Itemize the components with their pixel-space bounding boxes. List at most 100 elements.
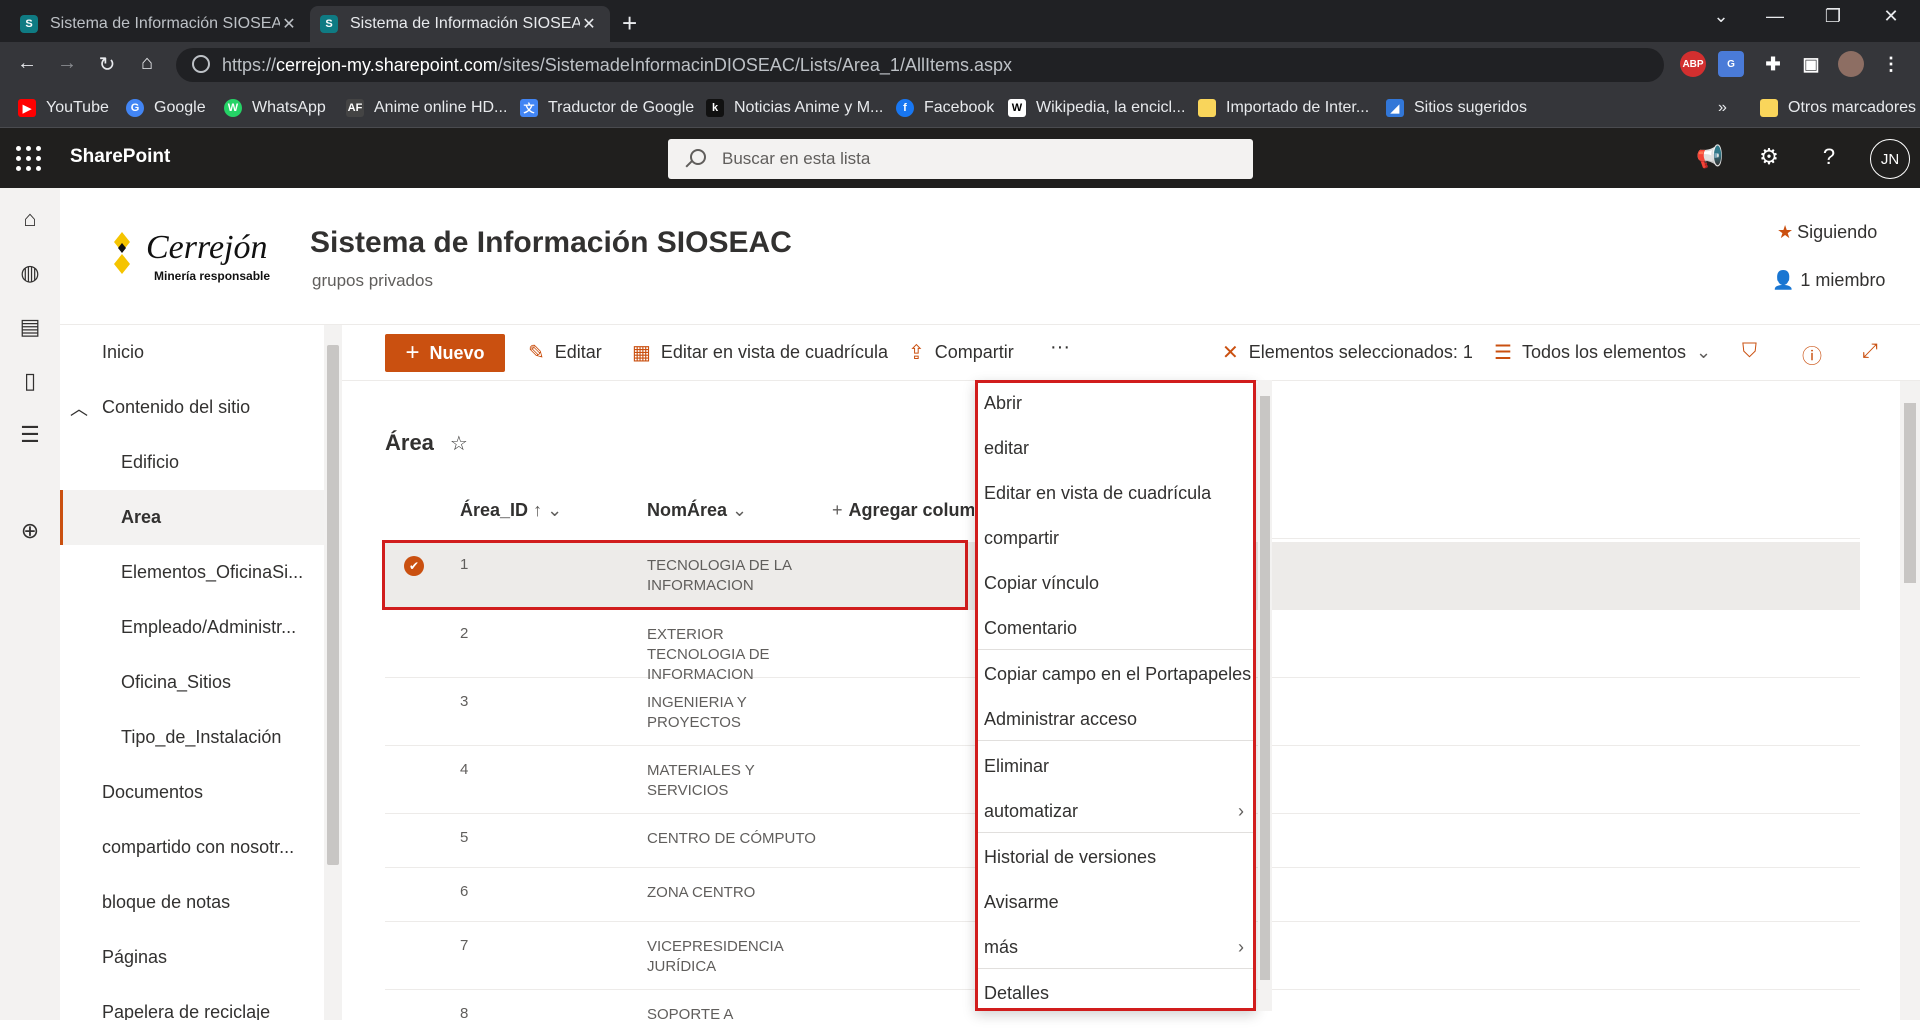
view-switcher[interactable]: ☰ Todos los elementos ⌄: [1494, 340, 1711, 365]
forward-arrow-icon[interactable]: →: [54, 52, 80, 75]
home-icon[interactable]: ⌂: [16, 206, 44, 234]
profile-avatar[interactable]: [1838, 51, 1864, 77]
nav-item-paginas[interactable]: Páginas: [60, 930, 324, 985]
menu-item-automate[interactable]: automatizar ›: [984, 801, 1250, 822]
menu-item-edit[interactable]: editar: [984, 438, 1250, 459]
browser-tab-active[interactable]: S Sistema de Información SIOSEAC ✕: [310, 6, 610, 42]
nav-item-shared[interactable]: compartido con nosotr...: [60, 820, 324, 875]
checkmark-icon[interactable]: ✔: [404, 556, 424, 576]
members-button[interactable]: 👤 1 miembro: [1772, 270, 1885, 291]
close-icon[interactable]: ✕: [280, 14, 298, 34]
expand-icon[interactable]: ⤢: [1862, 340, 1888, 363]
nav-item-oficina-sitios[interactable]: Oficina_Sitios: [60, 655, 324, 710]
clear-selection-button[interactable]: ✕ Elementos seleccionados: 1: [1222, 340, 1473, 365]
gear-icon[interactable]: ⚙: [1754, 144, 1784, 170]
bookmark-whatsapp[interactable]: W WhatsApp: [224, 96, 326, 120]
scrollbar-thumb[interactable]: [1904, 403, 1916, 583]
site-title[interactable]: Sistema de Información SIOSEAC: [310, 226, 792, 260]
column-header-nomarea[interactable]: NomÁrea ⌄: [647, 500, 747, 521]
nav-item-recycle-bin[interactable]: Papelera de reciclaje: [60, 985, 324, 1020]
cell-area-name[interactable]: CENTRO DE CÓMPUTO: [647, 829, 847, 849]
edit-button[interactable]: ✎ Editar: [528, 340, 602, 365]
nav-item-empleado[interactable]: Empleado/Administr...: [60, 600, 324, 655]
menu-item-open[interactable]: Abrir: [984, 393, 1250, 414]
nav-item-area[interactable]: Area: [60, 490, 324, 545]
bookmark-anime[interactable]: AF Anime online HD...: [346, 96, 507, 120]
avatar[interactable]: JN: [1870, 139, 1910, 179]
bookmark-imported-folder[interactable]: Importado de Inter...: [1198, 96, 1369, 120]
other-bookmarks-folder[interactable]: Otros marcadores: [1760, 96, 1916, 120]
restore-button[interactable]: ❐: [1818, 6, 1848, 27]
search-input[interactable]: Buscar en esta lista: [668, 139, 1253, 179]
cell-area-name[interactable]: INGENIERIA Y PROYECTOS: [647, 693, 767, 733]
info-icon[interactable]: ⓘ: [1802, 340, 1832, 369]
content-scrollbar[interactable]: [1900, 381, 1920, 1020]
cell-area-name[interactable]: ZONA CENTRO: [647, 883, 817, 903]
nav-scrollbar[interactable]: [324, 325, 342, 1020]
cell-area-name[interactable]: TECNOLOGIA DE LA INFORMACION: [647, 556, 817, 596]
bookmark-facebook[interactable]: f Facebook: [896, 96, 994, 120]
app-launcher-icon[interactable]: [16, 146, 42, 172]
cell-area-name[interactable]: EXTERIOR TECNOLOGIA DE INFORMACION: [647, 625, 817, 685]
nav-item-edificio[interactable]: Edificio: [60, 435, 324, 490]
cell-area-name[interactable]: SOPORTE A: [647, 1005, 817, 1025]
tab-search-icon[interactable]: ⌄: [1706, 6, 1736, 27]
share-button[interactable]: ⇪ Compartir: [908, 340, 1014, 365]
nav-item-elementos-oficina[interactable]: Elementos_OficinaSi...: [60, 545, 324, 600]
column-header-area-id[interactable]: Área_ID ↑ ⌄: [460, 500, 562, 521]
bookmark-youtube[interactable]: ▶ YouTube: [18, 96, 109, 120]
cerrejon-logo[interactable]: Cerrejón Minería responsable: [112, 224, 272, 288]
home-icon[interactable]: ⌂: [134, 52, 160, 75]
menu-item-comment[interactable]: Comentario: [984, 618, 1250, 639]
menu-item-share[interactable]: compartir: [984, 528, 1250, 549]
address-bar[interactable]: https://cerrejon-my.sharepoint.com/sites…: [176, 48, 1664, 82]
nav-item-site-contents[interactable]: ︿ Contenido del sitio: [60, 380, 324, 435]
file-icon[interactable]: ▯: [16, 368, 44, 396]
bookmark-news[interactable]: k Noticias Anime y M...: [706, 96, 883, 120]
news-icon[interactable]: ▤: [16, 314, 44, 342]
close-window-button[interactable]: ✕: [1876, 6, 1906, 27]
menu-item-copy-link[interactable]: Copiar vínculo: [984, 573, 1250, 594]
bookmark-google[interactable]: G Google: [126, 96, 206, 120]
browser-tab[interactable]: S Sistema de Información SIOSEAC ✕: [10, 6, 310, 42]
list-title[interactable]: Área ☆: [385, 430, 468, 456]
bookmark-suggested[interactable]: ◢ Sitios sugeridos: [1386, 96, 1527, 120]
globe-icon[interactable]: ◍: [16, 260, 44, 288]
minimize-button[interactable]: —: [1760, 6, 1790, 27]
nav-item-tipo-instalacion[interactable]: Tipo_de_Instalación: [60, 710, 324, 765]
close-icon[interactable]: ✕: [580, 14, 598, 34]
menu-item-grid-edit[interactable]: Editar en vista de cuadrícula: [984, 483, 1250, 504]
translate-extension-icon[interactable]: G: [1718, 51, 1744, 77]
bookmark-wikipedia[interactable]: W Wikipedia, la encicl...: [1008, 96, 1185, 120]
grid-edit-button[interactable]: ▦ Editar en vista de cuadrícula: [632, 340, 888, 365]
cell-area-name[interactable]: MATERIALES Y SERVICIOS: [647, 761, 767, 801]
star-outline-icon[interactable]: ☆: [450, 433, 468, 455]
scrollbar-thumb[interactable]: [1260, 396, 1270, 980]
sharepoint-brand[interactable]: SharePoint: [70, 146, 170, 168]
scrollbar-thumb[interactable]: [327, 345, 339, 865]
list-icon[interactable]: ☰: [16, 422, 44, 450]
menu-item-copy-field[interactable]: Copiar campo en el Portapapeles: [984, 664, 1251, 685]
megaphone-icon[interactable]: 📢: [1695, 144, 1725, 170]
filter-icon[interactable]: ⛉: [1742, 340, 1767, 363]
menu-item-manage-access[interactable]: Administrar acceso: [984, 709, 1250, 730]
cell-area-name[interactable]: VICEPRESIDENCIA JURÍDICA: [647, 937, 783, 977]
nav-item-inicio[interactable]: Inicio: [60, 325, 324, 380]
bookmark-translate[interactable]: 文 Traductor de Google: [520, 96, 694, 120]
nav-item-documentos[interactable]: Documentos: [60, 765, 324, 820]
help-icon[interactable]: ?: [1814, 144, 1844, 170]
nav-item-notebook[interactable]: bloque de notas: [60, 875, 324, 930]
new-tab-button[interactable]: +: [622, 8, 637, 39]
extensions-puzzle-icon[interactable]: ✚: [1760, 51, 1786, 77]
back-arrow-icon[interactable]: ←: [14, 52, 40, 75]
menu-item-details[interactable]: Detalles: [984, 983, 1250, 1004]
add-column-button[interactable]: +Agregar columna: [832, 500, 974, 521]
menu-item-alert-me[interactable]: Avisarme: [984, 892, 1250, 913]
menu-item-delete[interactable]: Eliminar: [984, 756, 1250, 777]
side-panel-icon[interactable]: ▣: [1798, 51, 1824, 77]
menu-item-version-history[interactable]: Historial de versiones: [984, 847, 1250, 868]
new-button[interactable]: + Nuevo: [385, 334, 505, 372]
chevron-up-icon[interactable]: ︿: [70, 395, 102, 421]
add-circle-icon[interactable]: ⊕: [16, 518, 44, 546]
more-actions-button[interactable]: ···: [1050, 336, 1070, 359]
